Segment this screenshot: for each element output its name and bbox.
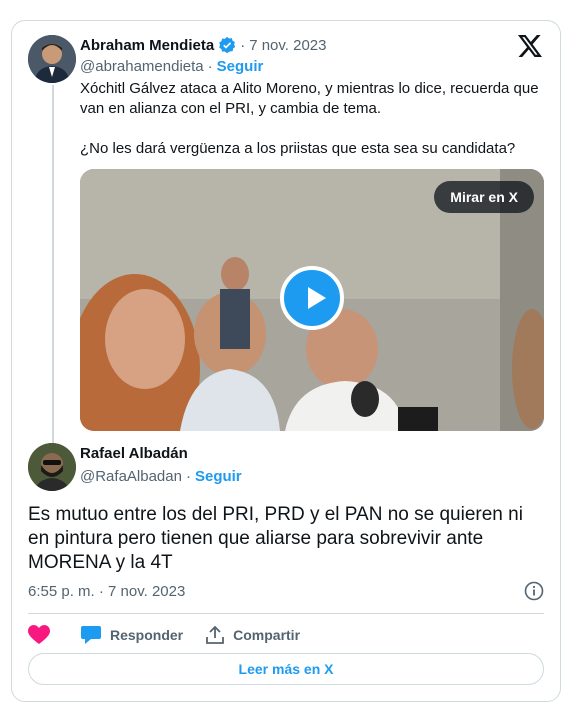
tweet-date[interactable]: 7 nov. 2023: [249, 37, 326, 54]
follow-button[interactable]: Seguir: [195, 468, 242, 485]
read-more-button[interactable]: Leer más en X: [28, 653, 544, 685]
watch-on-x-button[interactable]: Mirar en X: [434, 181, 534, 213]
like-button[interactable]: [28, 625, 58, 645]
reply-label: Responder: [110, 627, 184, 643]
action-bar: Responder Compartir: [28, 623, 322, 647]
author-handle[interactable]: @abrahamendieta: [80, 58, 204, 75]
verified-badge-icon: [219, 36, 236, 54]
reply-button[interactable]: Responder: [80, 625, 183, 645]
quoted-text-paragraph: ¿No les dará vergüenza a los priistas qu…: [80, 140, 516, 157]
reply-bubble-icon: [81, 626, 101, 644]
tweet-embed-card: Abraham Mendieta · 7 nov. 2023 @abrahame…: [11, 20, 561, 702]
quoted-handle-line: @abrahamendieta · Seguir: [80, 58, 263, 75]
separator: ·: [185, 468, 191, 485]
avatar[interactable]: [28, 443, 76, 491]
divider: [28, 613, 544, 614]
separator: ·: [240, 36, 246, 54]
quoted-tweet-text: Xóchitl Gálvez ataca a Alito Moreno, y m…: [80, 79, 550, 179]
handle-line: @RafaAlbadan · Seguir: [80, 468, 242, 485]
tweet-text: Es mutuo entre los del PRI, PRD y el PAN…: [28, 504, 523, 573]
heart-icon: [28, 625, 50, 644]
play-icon[interactable]: [280, 266, 344, 330]
quoted-author-line: Abraham Mendieta · 7 nov. 2023: [80, 36, 327, 54]
info-icon[interactable]: [524, 581, 544, 601]
share-label: Compartir: [233, 627, 301, 643]
quoted-text-paragraph: Xóchitl Gálvez ataca a Alito Moreno, y m…: [80, 80, 539, 117]
author-line: Rafael Albadán: [80, 445, 188, 462]
author-name[interactable]: Rafael Albadán: [80, 445, 188, 462]
tweet-timestamp[interactable]: 6:55 p. m. · 7 nov. 2023: [28, 583, 185, 600]
author-handle[interactable]: @RafaAlbadan: [80, 468, 182, 485]
video-player[interactable]: Mirar en X: [80, 169, 544, 431]
avatar[interactable]: [28, 35, 76, 83]
thread-line: [52, 85, 54, 445]
follow-button[interactable]: Seguir: [217, 58, 264, 75]
author-name[interactable]: Abraham Mendieta: [80, 37, 214, 54]
share-button[interactable]: Compartir: [205, 625, 300, 645]
x-logo-icon[interactable]: [518, 35, 542, 57]
separator: ·: [207, 58, 213, 75]
share-upload-icon: [206, 625, 225, 644]
